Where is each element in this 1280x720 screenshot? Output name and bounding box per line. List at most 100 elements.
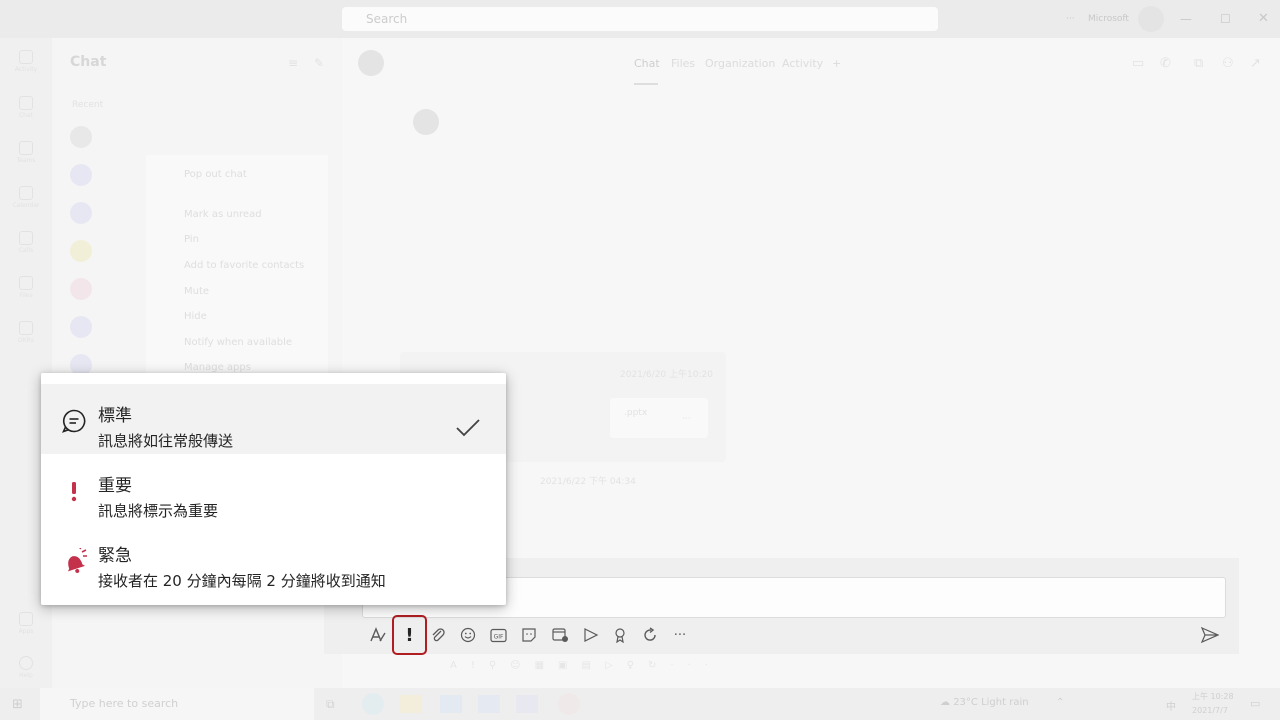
priority-option-description: 訊息將如往常般傳送: [98, 432, 234, 450]
format-button[interactable]: [366, 624, 390, 646]
minimize-icon[interactable]: —: [1180, 12, 1192, 26]
word-taskbar-icon[interactable]: [478, 695, 500, 713]
phone-icon: [19, 231, 33, 245]
rail-item-chat[interactable]: Chat: [8, 92, 44, 124]
recent-section-label: Recent: [72, 100, 104, 110]
notification-icon[interactable]: ▭: [1250, 697, 1260, 710]
more-options-button[interactable]: ···: [668, 624, 692, 646]
emoji-button[interactable]: [456, 624, 480, 646]
file-explorer-taskbar-icon[interactable]: [400, 695, 422, 713]
message-priority-menu: 標準 訊息將如往常般傳送 重要 訊息將標示為重要 緊急 接收者在 20 分鐘內每…: [41, 373, 506, 605]
ctx-add-favorite[interactable]: Add to favorite contacts: [184, 260, 304, 271]
rail-item-help[interactable]: Help: [8, 652, 44, 684]
ctx-manage-apps[interactable]: Manage apps: [184, 362, 251, 373]
pop-out-icon[interactable]: ↗: [1250, 56, 1261, 71]
rail-item-okrs[interactable]: OKRs: [8, 317, 44, 349]
windows-start-icon[interactable]: ⊞: [12, 697, 23, 712]
file-icon: [19, 276, 33, 290]
send-button[interactable]: [1198, 624, 1222, 646]
chat-bubble-icon: [59, 406, 89, 436]
ime-indicator[interactable]: 中: [1166, 698, 1176, 713]
teams-taskbar-icon[interactable]: [516, 695, 538, 713]
refresh-icon: [644, 627, 656, 641]
loop-button[interactable]: [638, 624, 662, 646]
priority-option-urgent[interactable]: 緊急 接收者在 20 分鐘內每隔 2 分鐘將收到通知: [41, 524, 506, 594]
exclamation-icon: [59, 476, 89, 506]
filter-icon[interactable]: ≡: [288, 56, 298, 70]
search-input[interactable]: Search: [342, 7, 938, 31]
apps-icon: [19, 612, 33, 626]
task-view-icon[interactable]: ⧉: [326, 697, 335, 712]
ctx-notify-available[interactable]: Notify when available: [184, 337, 292, 348]
weather-text: 23°C Light rain: [953, 697, 1029, 708]
attachment-card[interactable]: [610, 398, 708, 438]
tab-chat[interactable]: Chat: [634, 57, 660, 70]
chat-list-title: Chat: [70, 54, 107, 70]
priority-option-description: 接收者在 20 分鐘內每隔 2 分鐘將收到通知: [98, 572, 386, 590]
emoji-icon: [460, 627, 476, 643]
gif-button[interactable]: GIF: [486, 624, 510, 646]
teams-icon: [19, 141, 33, 155]
calendar-add-icon: [551, 628, 568, 642]
priority-option-title: 緊急: [98, 546, 132, 566]
checkmark-icon: [455, 418, 481, 442]
priority-option-description: 訊息將標示為重要: [98, 502, 219, 520]
contact-avatar[interactable]: [358, 50, 384, 76]
tray-chevron-icon[interactable]: ⌃: [1056, 697, 1064, 708]
close-icon[interactable]: ✕: [1258, 11, 1269, 26]
rail-item-activity[interactable]: Activity: [8, 46, 44, 78]
priority-option-important[interactable]: 重要 訊息將標示為重要: [41, 454, 506, 524]
tab-activity[interactable]: Activity: [782, 57, 823, 70]
priority-option-title: 標準: [98, 406, 132, 426]
taskbar-search-input[interactable]: Type here to search: [40, 688, 314, 720]
rail-item-files[interactable]: Files: [8, 272, 44, 304]
list-item[interactable]: [62, 120, 334, 154]
taskbar-time: 上午 10:28: [1192, 692, 1234, 701]
rail-item-calls[interactable]: Calls: [8, 227, 44, 259]
ctx-hide[interactable]: Hide: [184, 311, 207, 322]
add-people-icon[interactable]: ⚇: [1222, 56, 1234, 71]
attachment-more-icon[interactable]: ···: [682, 414, 691, 424]
ghost-toolbar-reflection: A!⚲☺▦▣▤▷♀↻···: [450, 660, 722, 671]
browser-taskbar-icon[interactable]: [558, 693, 580, 715]
bell-urgent-icon: [59, 546, 89, 576]
stream-button[interactable]: [578, 624, 602, 646]
video-call-icon[interactable]: ▭: [1132, 56, 1144, 71]
tab-files[interactable]: Files: [671, 57, 695, 70]
more-options-icon[interactable]: ···: [1066, 14, 1075, 24]
rail-item-calendar[interactable]: Calendar: [8, 182, 44, 214]
ctx-mark-unread[interactable]: Mark as unread: [184, 209, 262, 220]
audio-call-icon[interactable]: ✆: [1160, 56, 1171, 71]
rail-item-teams[interactable]: Teams: [8, 137, 44, 169]
screen-share-icon[interactable]: ⧉: [1194, 56, 1203, 71]
praise-button[interactable]: [608, 624, 632, 646]
new-chat-icon[interactable]: ✎: [314, 56, 324, 70]
weather-widget[interactable]: ☁ 23°C Light rain: [940, 697, 1029, 708]
sticker-icon: [522, 628, 536, 642]
schedule-meeting-button[interactable]: [548, 624, 572, 646]
rail-item-apps[interactable]: Apps: [8, 608, 44, 640]
paperclip-icon: [432, 628, 445, 642]
calendar-icon: [19, 186, 33, 200]
outlook-taskbar-icon[interactable]: [440, 695, 462, 713]
target-icon: [19, 321, 33, 335]
chrome-taskbar-icon[interactable]: [362, 693, 384, 715]
active-tab-indicator: [634, 83, 658, 85]
second-timestamp: 2021/6/22 下午 04:34: [540, 477, 636, 487]
profile-avatar[interactable]: [1138, 6, 1164, 32]
ctx-pop-out-chat[interactable]: Pop out chat: [184, 169, 247, 180]
attach-button[interactable]: [426, 624, 450, 646]
add-tab-icon[interactable]: +: [832, 57, 841, 70]
message-sender-avatar: [413, 109, 439, 135]
ctx-pin[interactable]: Pin: [184, 234, 199, 245]
priority-button[interactable]: !: [392, 615, 427, 655]
priority-option-standard[interactable]: 標準 訊息將如往常般傳送: [41, 384, 506, 454]
tab-organization[interactable]: Organization: [705, 57, 775, 70]
org-name: Microsoft: [1088, 14, 1129, 24]
ctx-mute[interactable]: Mute: [184, 286, 209, 297]
cloud-icon: ☁: [940, 697, 950, 708]
attachment-name: .pptx: [624, 408, 648, 418]
maximize-icon[interactable]: ☐: [1220, 12, 1231, 26]
chat-icon: [19, 96, 33, 110]
sticker-button[interactable]: [517, 624, 541, 646]
